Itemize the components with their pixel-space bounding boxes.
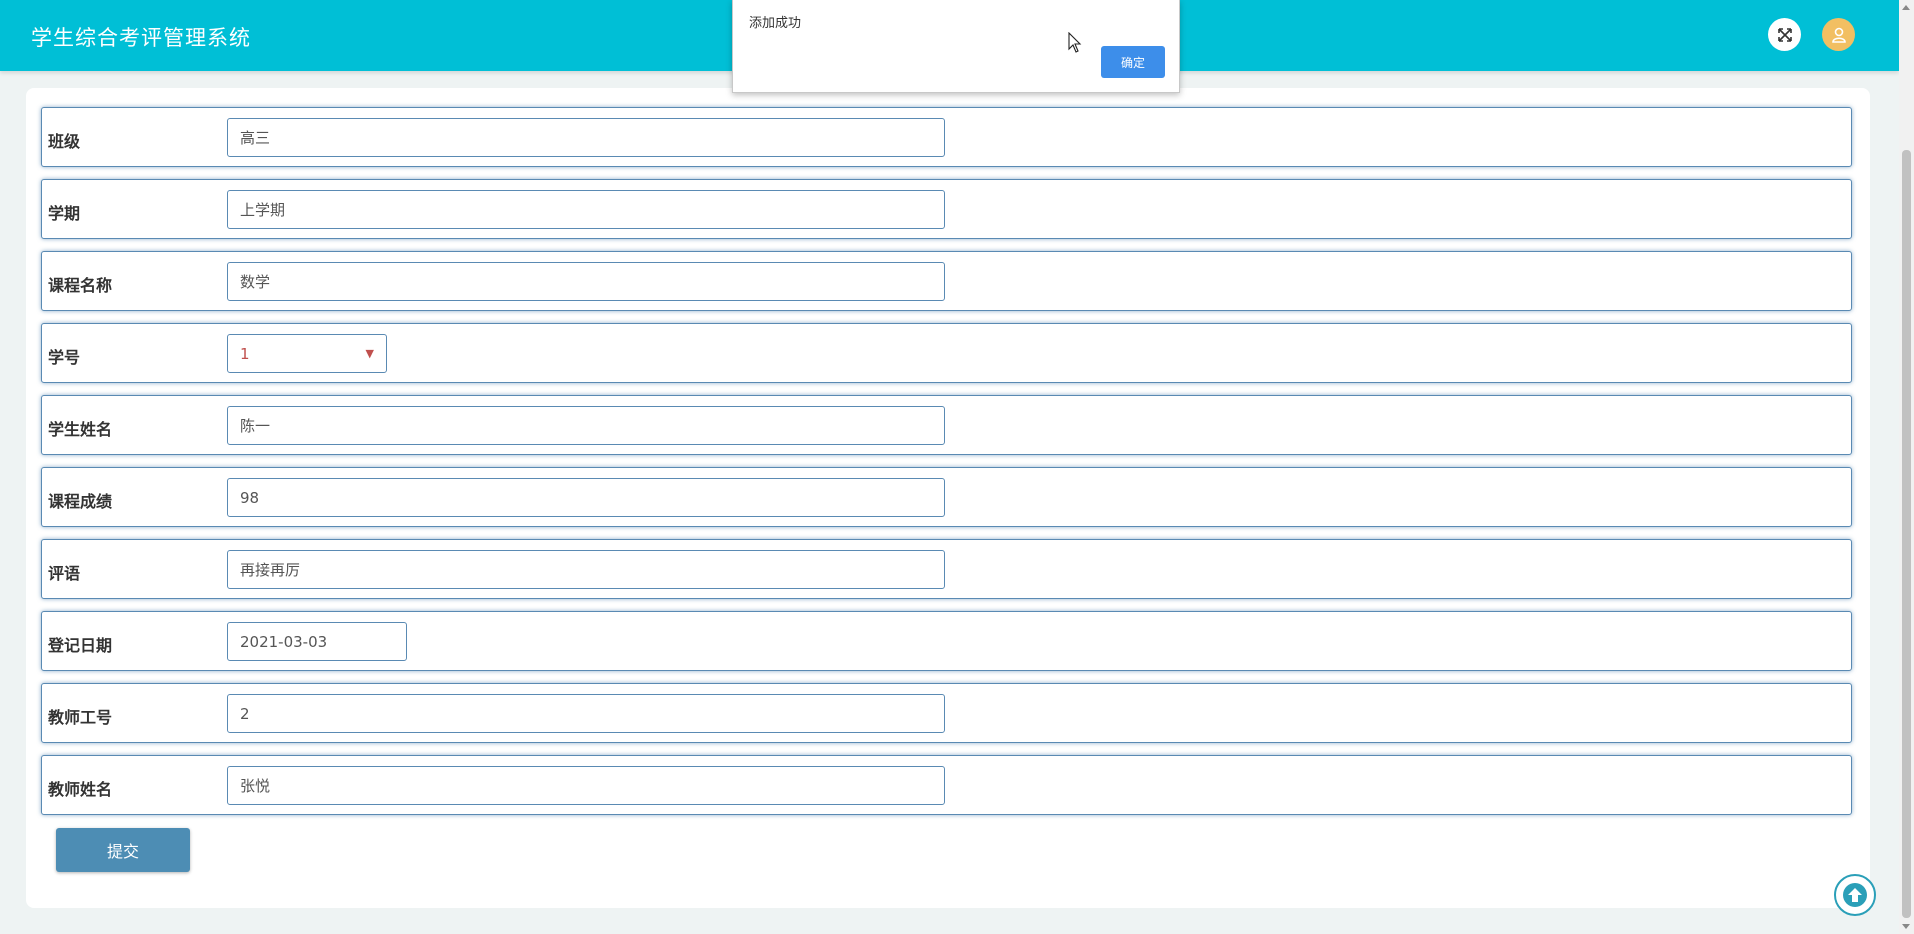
scroll-down-arrow-icon[interactable] [1902, 924, 1910, 929]
form-row-teacher-id: 教师工号 2 [41, 683, 1852, 743]
form-row-register-date: 登记日期 2021-03-03 [41, 611, 1852, 671]
arrow-up-icon [1843, 883, 1867, 907]
student-id-select[interactable]: 1 ▼ [227, 334, 387, 373]
form-row-course-name: 课程名称 数学 [41, 251, 1852, 311]
field-label: 学号 [48, 348, 81, 367]
field-label: 教师工号 [48, 708, 113, 727]
alert-message: 添加成功 [749, 16, 802, 31]
app-title: 学生综合考评管理系统 [31, 26, 251, 50]
back-to-top-button[interactable] [1834, 874, 1876, 916]
teacher-id-input[interactable]: 2 [227, 694, 945, 733]
form-row-semester: 学期 上学期 [41, 179, 1852, 239]
field-label: 评语 [48, 564, 81, 583]
form-row-teacher-name: 教师姓名 张悦 [41, 755, 1852, 815]
field-label: 教师姓名 [48, 780, 113, 799]
form-row-comment: 评语 再接再厉 [41, 539, 1852, 599]
field-label: 登记日期 [48, 636, 113, 655]
course-score-input[interactable]: 98 [227, 478, 945, 517]
page-scrollbar[interactable] [1899, 0, 1914, 934]
user-menu-button[interactable] [1822, 18, 1855, 51]
field-label: 班级 [48, 132, 81, 151]
field-label: 课程名称 [48, 276, 113, 295]
course-name-input[interactable]: 数学 [227, 262, 945, 301]
form-row-course-score: 课程成绩 98 [41, 467, 1852, 527]
mouse-cursor-icon [1068, 32, 1082, 53]
user-icon [1831, 27, 1846, 43]
select-value: 1 [240, 344, 250, 363]
alert-dialog: 添加成功 确定 [732, 0, 1180, 93]
fullscreen-button[interactable] [1768, 18, 1801, 51]
form-row-student-name: 学生姓名 陈一 [41, 395, 1852, 455]
form-row-class: 班级 高三 [41, 107, 1852, 167]
chevron-down-icon: ▼ [365, 347, 374, 360]
register-date-input[interactable]: 2021-03-03 [227, 622, 407, 661]
scroll-up-arrow-icon[interactable] [1902, 5, 1910, 10]
fullscreen-icon [1777, 27, 1792, 42]
submit-button[interactable]: 提交 [56, 828, 190, 872]
comment-input[interactable]: 再接再厉 [227, 550, 945, 589]
student-name-input[interactable]: 陈一 [227, 406, 945, 445]
field-label: 学期 [48, 204, 81, 223]
field-label: 课程成绩 [48, 492, 113, 511]
alert-confirm-button[interactable]: 确定 [1101, 46, 1165, 78]
class-input[interactable]: 高三 [227, 118, 945, 157]
semester-input[interactable]: 上学期 [227, 190, 945, 229]
scrollbar-thumb[interactable] [1902, 150, 1911, 918]
field-label: 学生姓名 [48, 420, 113, 439]
form-row-student-id: 学号 1 ▼ [41, 323, 1852, 383]
teacher-name-input[interactable]: 张悦 [227, 766, 945, 805]
